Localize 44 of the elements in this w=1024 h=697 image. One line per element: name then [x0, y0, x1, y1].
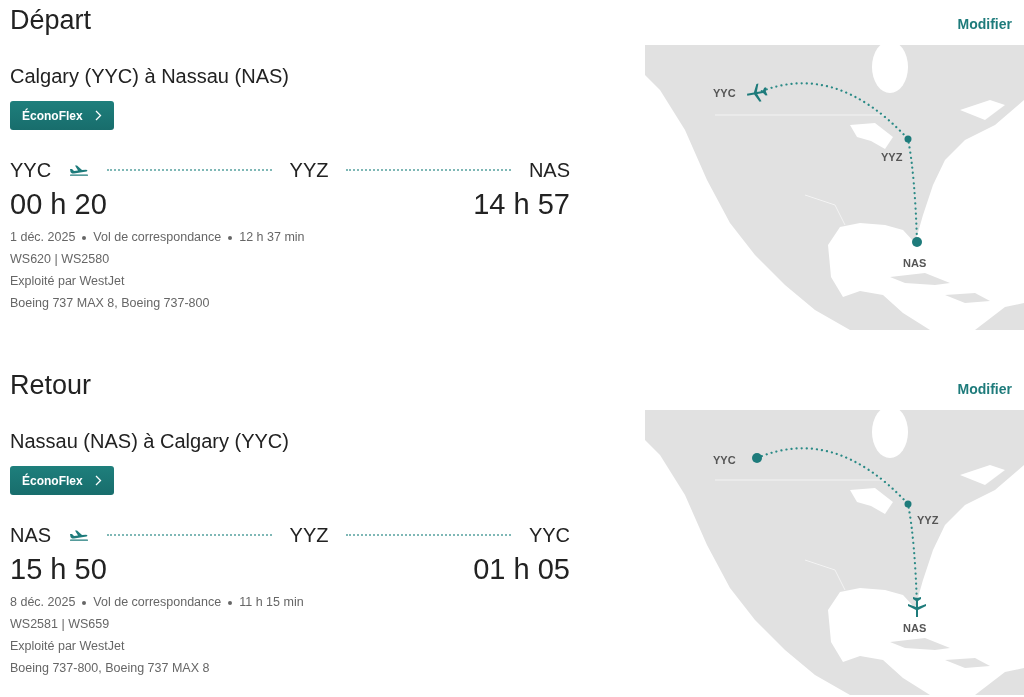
airport-code: NAS — [10, 523, 52, 547]
airport-code: YYZ — [289, 158, 329, 182]
flight-date: 1 déc. 2025 — [10, 230, 76, 244]
departure-time: 00 h 20 — [10, 187, 107, 222]
map-label: YYC — [713, 453, 736, 468]
fare-button[interactable]: ÉconoFlex — [10, 466, 114, 495]
airplane-icon — [69, 529, 90, 541]
map-label: NAS — [903, 256, 927, 271]
section-title: Départ — [10, 4, 92, 37]
separator-dot — [82, 235, 87, 240]
flight-type: Vol de correspondance — [93, 230, 222, 244]
chevron-icon — [94, 110, 102, 121]
operator-text: Exploité par WestJet — [10, 273, 126, 290]
section-title: Retour — [10, 369, 92, 402]
flight-type: Vol de correspondance — [93, 595, 222, 609]
flight-date: 8 déc. 2025 — [10, 595, 76, 609]
flight-numbers: WS620 | WS2580 — [10, 251, 111, 268]
aircraft-text: Boeing 737 MAX 8, Boeing 737-800 — [10, 295, 211, 312]
arrival-time: 01 h 05 — [473, 552, 570, 587]
airport-code: YYC — [528, 523, 570, 547]
departure-time: 15 h 50 — [10, 552, 107, 587]
airport-code: YYC — [10, 158, 52, 182]
airplane-icon — [69, 164, 90, 176]
map-label: NAS — [903, 621, 927, 636]
separator-dot — [82, 600, 87, 605]
aircraft-text: Boeing 737-800, Boeing 737 MAX 8 — [10, 660, 211, 677]
route-title: Calgary (YYC) à Nassau (NAS) — [10, 64, 290, 89]
arrival-time: 14 h 57 — [473, 187, 570, 222]
fare-button[interactable]: ÉconoFlex — [10, 101, 114, 130]
edit-link[interactable]: Modifier — [957, 14, 1012, 35]
map-label: YYZ — [917, 513, 939, 528]
edit-link[interactable]: Modifier — [957, 379, 1012, 400]
chevron-icon — [94, 475, 102, 486]
separator-dot — [228, 600, 233, 605]
route-title: Nassau (NAS) à Calgary (YYC) — [10, 429, 290, 454]
operator-text: Exploité par WestJet — [10, 638, 126, 655]
airport-code: NAS — [528, 158, 570, 182]
flight-duration: 11 h 15 min — [239, 595, 304, 609]
flight-numbers: WS2581 | WS659 — [10, 616, 111, 633]
separator-dot — [228, 235, 233, 240]
flight-duration: 12 h 37 min — [239, 230, 305, 244]
map-label: YYC — [713, 86, 736, 101]
map-label: YYZ — [881, 150, 903, 165]
airport-code: YYZ — [289, 523, 329, 547]
